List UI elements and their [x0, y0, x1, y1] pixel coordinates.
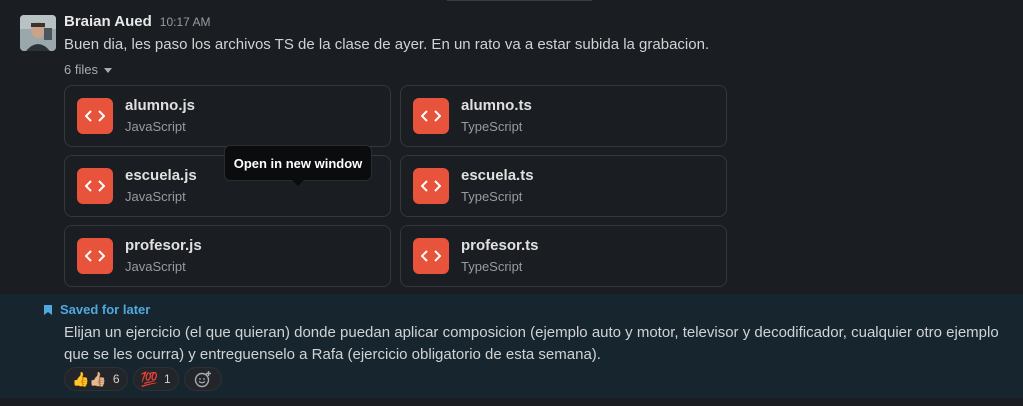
file-name: profesor.ts	[461, 237, 539, 254]
message: Braian Aued 10:17 AM Buen dia, les paso …	[0, 0, 1023, 294]
file-type: JavaScript	[125, 119, 186, 134]
reactions: 👍👍🏼 6 💯 1	[64, 367, 222, 391]
add-reaction-button[interactable]	[183, 367, 222, 391]
saved-label-text: Saved for later	[60, 302, 151, 317]
file-card[interactable]: alumno.js JavaScript	[64, 85, 391, 147]
avatar[interactable]	[20, 15, 56, 51]
file-name: alumno.ts	[461, 97, 532, 114]
file-type: JavaScript	[125, 189, 186, 204]
saved-for-later-label: Saved for later	[44, 302, 150, 317]
code-icon	[77, 98, 113, 134]
message-text: Buen dia, les paso los archivos TS de la…	[64, 36, 710, 53]
file-card[interactable]: alumno.ts TypeScript	[400, 85, 727, 147]
file-name: escuela.js	[125, 167, 197, 184]
hundred-icon: 💯	[140, 371, 158, 387]
bookmark-icon	[44, 304, 52, 315]
saved-message-text: Elijan un ejercicio (el que quieran) don…	[64, 324, 999, 363]
bottom-strip	[0, 398, 1023, 406]
code-icon	[413, 98, 449, 134]
file-type: TypeScript	[461, 189, 523, 204]
reaction-count: 1	[164, 372, 171, 386]
saved-message: Saved for later Elijan un ejercicio (el …	[0, 294, 1023, 398]
file-name: profesor.js	[125, 237, 202, 254]
timestamp[interactable]: 10:17 AM	[160, 15, 211, 29]
tooltip-arrow	[292, 180, 304, 186]
file-name: alumno.js	[125, 97, 196, 114]
file-type: TypeScript	[461, 259, 523, 274]
code-icon	[77, 238, 113, 274]
reaction-thumbs-up[interactable]: 👍👍🏼 6	[64, 367, 128, 391]
file-card[interactable]: escuela.ts TypeScript	[400, 155, 727, 217]
reaction-100[interactable]: 💯 1	[132, 367, 179, 391]
code-icon	[413, 168, 449, 204]
files-toggle[interactable]: 6 files	[64, 62, 112, 77]
file-name: escuela.ts	[461, 167, 534, 184]
code-icon	[413, 238, 449, 274]
file-card[interactable]: profesor.ts TypeScript	[400, 225, 727, 287]
add-emoji-icon	[194, 371, 211, 388]
tooltip: Open in new window	[224, 145, 372, 181]
files-count-label: 6 files	[64, 62, 98, 77]
thumbs-up-icon: 👍👍🏼	[72, 371, 107, 387]
file-type: JavaScript	[125, 259, 186, 274]
reaction-count: 6	[112, 372, 120, 386]
file-type: TypeScript	[461, 119, 523, 134]
sender-name[interactable]: Braian Aued	[64, 13, 152, 30]
file-card[interactable]: profesor.js JavaScript	[64, 225, 391, 287]
code-icon	[77, 168, 113, 204]
caret-down-icon	[103, 68, 112, 73]
